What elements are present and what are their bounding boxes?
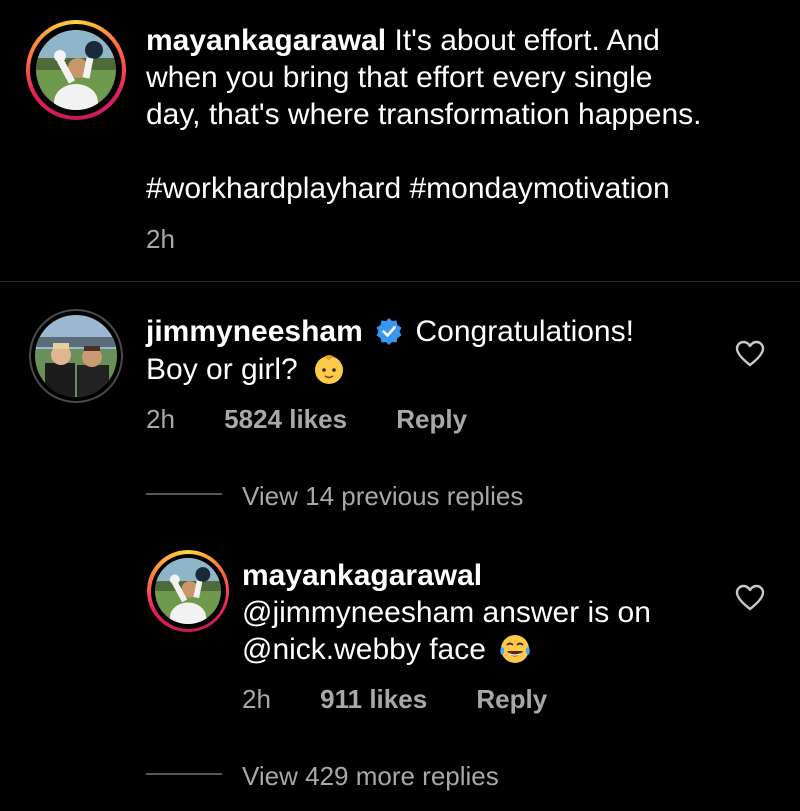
- view-replies-line: [146, 493, 222, 495]
- reply-text-2: @nick.webby face: [242, 633, 486, 666]
- comment-timestamp: 2h: [146, 404, 175, 434]
- reply-avatar[interactable]: [147, 550, 229, 632]
- heart-icon[interactable]: [735, 340, 765, 368]
- view-replies-line: [146, 773, 222, 775]
- comment-reply-button[interactable]: Reply: [396, 404, 467, 434]
- reply-likes[interactable]: 911 likes: [320, 684, 427, 714]
- comment-line-2: Boy or girl?: [146, 351, 346, 390]
- comment-text-1: Congratulations!: [415, 315, 634, 348]
- caption-text-3: day, that's where transformation happens…: [146, 98, 702, 131]
- caption-text-2: when you bring that effort every single: [146, 61, 653, 94]
- comment-line-1: jimmyneesham Congratulations!: [146, 313, 634, 350]
- verified-badge-icon: [376, 318, 402, 346]
- reply-text-1: @jimmyneesham answer is on: [242, 596, 651, 629]
- reply-line-2: @nick.webby face: [242, 631, 532, 670]
- caption-text-1: It's about effort. And: [394, 24, 660, 57]
- caption-avatar[interactable]: [26, 20, 126, 120]
- view-more-replies[interactable]: View 429 more replies: [242, 761, 499, 792]
- caption-hashtags[interactable]: #workhardplayhard #mondaymotivation: [146, 170, 670, 207]
- comment-text-2: Boy or girl?: [146, 353, 298, 386]
- comment-likes[interactable]: 5824 likes: [224, 404, 347, 434]
- view-previous-replies[interactable]: View 14 previous replies: [242, 481, 523, 512]
- reply-meta: 2h 911 likes Reply: [242, 684, 547, 715]
- avatar-photo: [155, 558, 221, 624]
- heart-icon[interactable]: [735, 584, 765, 612]
- caption-timestamp: 2h: [146, 224, 175, 254]
- divider: [0, 281, 800, 282]
- comment-username[interactable]: jimmyneesham: [146, 315, 363, 348]
- baby-emoji: [315, 355, 344, 385]
- reply-timestamp: 2h: [242, 684, 271, 714]
- avatar-photo: [35, 315, 117, 397]
- caption-username[interactable]: mayankagarawal: [146, 24, 386, 57]
- laughing-crying-emoji: [500, 635, 531, 664]
- avatar-photo: [36, 30, 116, 110]
- reply-reply-button[interactable]: Reply: [476, 684, 547, 714]
- caption-line-1: mayankagarawal It's about effort. And: [146, 22, 660, 59]
- reply-username[interactable]: mayankagarawal: [242, 557, 482, 594]
- comment-meta: 2h 5824 likes Reply: [146, 404, 467, 435]
- comment-avatar[interactable]: [29, 309, 123, 403]
